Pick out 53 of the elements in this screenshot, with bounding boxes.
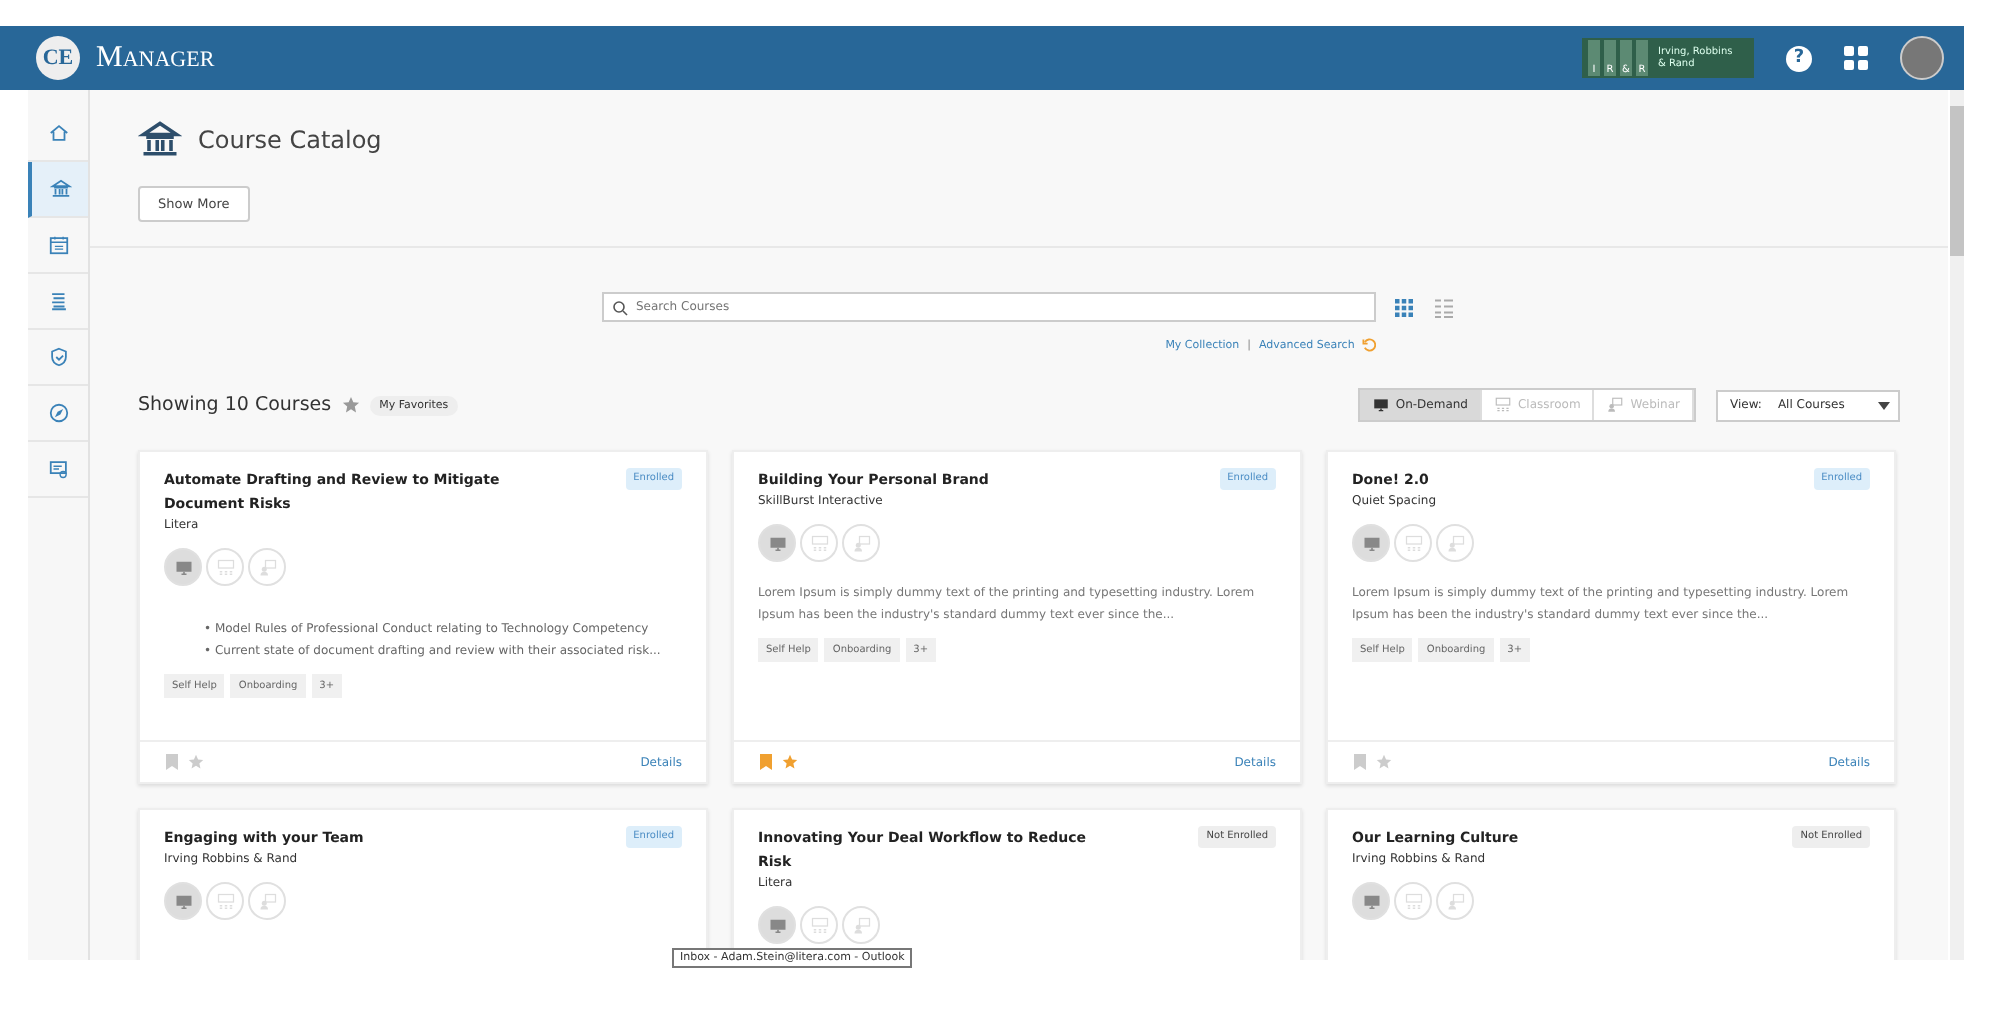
sidebar-item[interactable] bbox=[28, 162, 88, 218]
classroom-icon bbox=[1493, 396, 1512, 414]
home-icon bbox=[47, 122, 69, 144]
bookmark-icon[interactable] bbox=[1352, 754, 1368, 770]
monitor-icon bbox=[1371, 396, 1390, 414]
certificate-icon bbox=[47, 458, 69, 480]
compass-icon bbox=[47, 402, 69, 424]
grid-view-icon[interactable] bbox=[1392, 295, 1416, 319]
star-icon[interactable] bbox=[341, 396, 360, 414]
monitor-icon bbox=[1361, 891, 1381, 911]
reset-icon[interactable] bbox=[1362, 338, 1377, 352]
logo-mark: CE bbox=[36, 36, 80, 80]
classroom-icon bbox=[1403, 533, 1423, 553]
webinar-icon bbox=[1445, 533, 1465, 553]
monitor-icon bbox=[767, 533, 787, 553]
logo-text: Manager bbox=[96, 41, 215, 75]
star-icon[interactable] bbox=[782, 754, 798, 770]
avatar[interactable] bbox=[1900, 36, 1944, 80]
monitor-icon bbox=[767, 915, 787, 935]
course-card[interactable] bbox=[1326, 450, 1896, 784]
bank-icon bbox=[49, 178, 71, 200]
calendar-icon bbox=[47, 234, 69, 256]
apps-grid-icon[interactable] bbox=[1844, 46, 1868, 70]
star-icon[interactable] bbox=[1376, 754, 1392, 770]
monitor-icon bbox=[1361, 533, 1381, 553]
classroom-icon bbox=[809, 915, 829, 935]
webinar-icon bbox=[851, 533, 871, 553]
monitor-icon bbox=[173, 557, 193, 577]
course-card[interactable] bbox=[732, 450, 1302, 784]
bookmark-icon[interactable] bbox=[758, 754, 774, 770]
list-view-icon[interactable] bbox=[1432, 295, 1456, 319]
webinar-icon bbox=[257, 557, 277, 577]
page-title: Course Catalog bbox=[198, 126, 382, 154]
star-icon[interactable] bbox=[188, 754, 204, 770]
monitor-icon bbox=[173, 891, 193, 911]
caret-icon bbox=[1878, 401, 1890, 409]
bookmark-icon[interactable] bbox=[164, 754, 180, 770]
webinar-icon bbox=[1445, 891, 1465, 911]
results-count: Showing 10 Courses bbox=[138, 394, 332, 416]
shield-check-icon bbox=[47, 346, 69, 368]
webinar-icon bbox=[257, 891, 277, 911]
webinar-icon bbox=[1606, 396, 1625, 414]
stacked-books-icon bbox=[47, 290, 69, 312]
course-card[interactable] bbox=[138, 450, 708, 784]
classroom-icon bbox=[1403, 891, 1423, 911]
classroom-icon bbox=[809, 533, 829, 553]
classroom-icon bbox=[215, 891, 235, 911]
help-button[interactable]: ? bbox=[1786, 45, 1812, 71]
scrollbar[interactable] bbox=[1950, 90, 1964, 960]
search-icon bbox=[612, 300, 628, 316]
bank-icon bbox=[138, 118, 182, 162]
webinar-icon bbox=[851, 915, 871, 935]
classroom-icon bbox=[215, 557, 235, 577]
